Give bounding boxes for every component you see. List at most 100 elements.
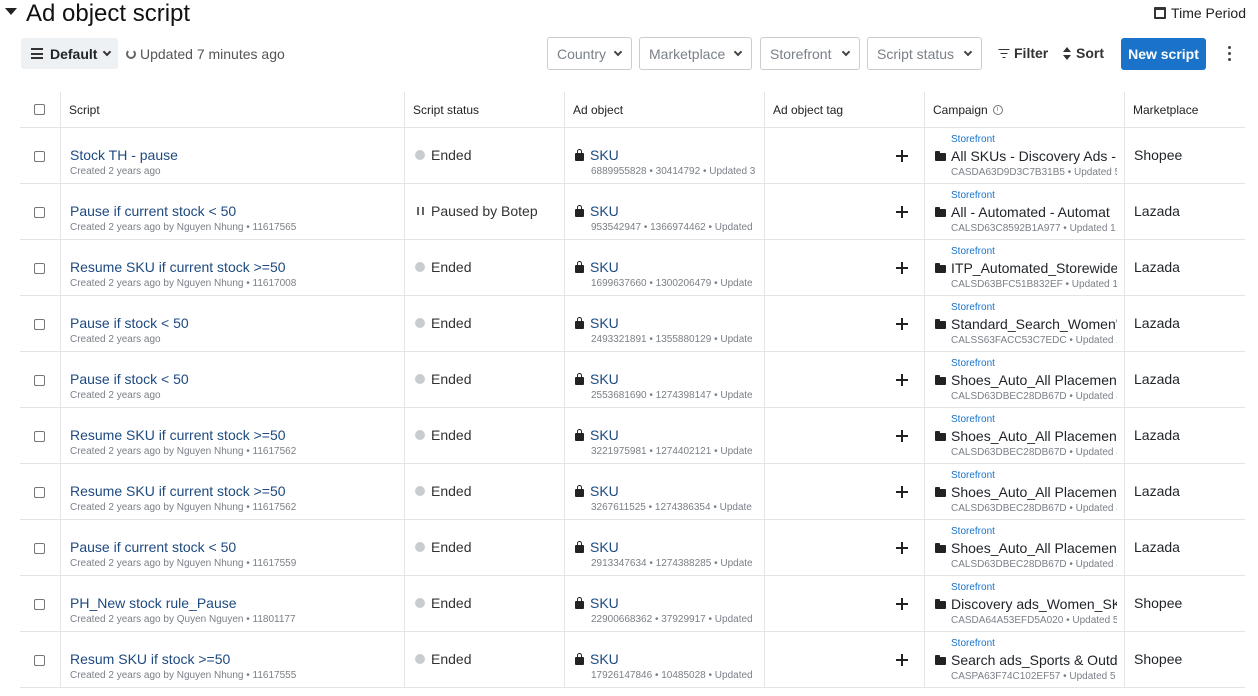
- table-row[interactable]: Pause if stock < 50 Created 2 years ago En…: [20, 296, 1245, 352]
- campaign-name[interactable]: All SKUs - Discovery Ads - T: [935, 148, 1117, 164]
- add-tag-plus-icon[interactable]: [896, 486, 908, 498]
- column-header-campaign[interactable]: Campaign i: [933, 92, 1003, 128]
- chevron-down-icon: [963, 47, 973, 57]
- add-tag-plus-icon[interactable]: [896, 262, 908, 274]
- script-created-info: Created 2 years ago: [70, 390, 161, 401]
- ad-object-ids: 2493321891 • 1355880129 • Update: [591, 334, 753, 345]
- column-header-script[interactable]: Script: [69, 92, 100, 128]
- add-tag-plus-icon[interactable]: [896, 542, 908, 554]
- ad-object-link[interactable]: SKU: [575, 595, 619, 611]
- collapse-caret-icon[interactable]: [5, 8, 17, 15]
- campaign-name[interactable]: Standard_Search_Women': [935, 316, 1117, 332]
- add-tag-plus-icon[interactable]: [896, 430, 908, 442]
- shopping-bag-icon: [575, 260, 584, 273]
- column-header-marketplace[interactable]: Marketplace: [1133, 92, 1198, 128]
- table-row[interactable]: Resume SKU if current stock >=50 Created …: [20, 464, 1245, 520]
- script-name-link[interactable]: PH_New stock rule_Pause: [70, 595, 237, 611]
- ad-object-ids: 2553681690 • 1274398147 • Update: [591, 390, 753, 401]
- script-status-filter[interactable]: Script status: [867, 37, 982, 70]
- table-row[interactable]: Resum SKU if stock >=50 Created 2 years a…: [20, 632, 1245, 688]
- ad-object-link[interactable]: SKU: [575, 371, 619, 387]
- add-tag-plus-icon[interactable]: [896, 598, 908, 610]
- ad-object-ids: 6889955828 • 30414792 • Updated 3: [591, 166, 756, 177]
- ad-object-link[interactable]: SKU: [575, 315, 619, 331]
- info-icon[interactable]: i: [992, 105, 1003, 115]
- row-checkbox[interactable]: [34, 263, 45, 274]
- ad-object-link[interactable]: SKU: [575, 539, 619, 555]
- marketplace-filter[interactable]: Marketplace: [639, 37, 752, 70]
- script-name-link[interactable]: Resume SKU if current stock >=50: [70, 427, 286, 443]
- status-label: Ended: [431, 427, 472, 443]
- ad-object-link[interactable]: SKU: [575, 259, 619, 275]
- row-checkbox[interactable]: [34, 375, 45, 386]
- script-name-link[interactable]: Resume SKU if current stock >=50: [70, 483, 286, 499]
- script-created-info: Created 2 years ago by Quyen Nguyen • 11…: [70, 614, 296, 625]
- row-checkbox[interactable]: [34, 151, 45, 162]
- column-header-ad-object[interactable]: Ad object: [573, 92, 623, 128]
- status-dot-icon: [415, 654, 425, 664]
- table-row[interactable]: PH_New stock rule_Pause Created 2 years a…: [20, 576, 1245, 632]
- status-label: Ended: [431, 595, 472, 611]
- campaign-name[interactable]: Shoes_Auto_All Placemen: [935, 540, 1117, 556]
- add-tag-plus-icon[interactable]: [896, 206, 908, 218]
- row-checkbox[interactable]: [34, 431, 45, 442]
- campaign-label: Shoes_Auto_All Placemen: [951, 372, 1117, 388]
- column-header-script-status[interactable]: Script status: [413, 92, 479, 128]
- row-checkbox[interactable]: [34, 319, 45, 330]
- status-dot-icon: [415, 318, 425, 328]
- select-all-checkbox[interactable]: [34, 104, 45, 115]
- campaign-name[interactable]: Discovery ads_Women_SK: [935, 596, 1117, 612]
- campaign-name[interactable]: ITP_Automated_Storewide: [935, 260, 1117, 276]
- more-options-icon[interactable]: [1228, 45, 1232, 62]
- time-period-button[interactable]: Time Period: [1154, 5, 1246, 21]
- ad-object-link[interactable]: SKU: [575, 651, 619, 667]
- sort-button[interactable]: Sort: [1063, 45, 1104, 61]
- ad-object-link[interactable]: SKU: [575, 483, 619, 499]
- table-row[interactable]: Stock TH - pause Created 2 years ago Ended…: [20, 128, 1245, 184]
- filter-button[interactable]: Filter: [998, 45, 1048, 61]
- ad-object-label: SKU: [590, 651, 619, 667]
- refresh-icon[interactable]: [126, 49, 136, 59]
- campaign-label: All SKUs - Discovery Ads - T: [951, 148, 1117, 164]
- folder-icon: [935, 375, 946, 385]
- script-name-link[interactable]: Stock TH - pause: [70, 147, 178, 163]
- table-row[interactable]: Pause if current stock < 50 Created 2 yea…: [20, 184, 1245, 240]
- column-header-ad-object-tag[interactable]: Ad object tag: [773, 92, 843, 128]
- pause-icon: [415, 206, 425, 216]
- row-checkbox[interactable]: [34, 207, 45, 218]
- view-selector[interactable]: Default: [21, 38, 118, 69]
- shopping-bag-icon: [575, 596, 584, 609]
- script-name-link[interactable]: Pause if stock < 50: [70, 315, 189, 331]
- new-script-button[interactable]: New script: [1121, 38, 1206, 70]
- table-row[interactable]: Pause if current stock < 50 Created 2 yea…: [20, 520, 1245, 576]
- ad-object-link[interactable]: SKU: [575, 147, 619, 163]
- row-checkbox[interactable]: [34, 487, 45, 498]
- storefront-filter[interactable]: Storefront: [760, 37, 860, 70]
- row-checkbox[interactable]: [34, 599, 45, 610]
- campaign-name[interactable]: All - Automated - Automat: [935, 204, 1117, 220]
- script-name-link[interactable]: Pause if stock < 50: [70, 371, 189, 387]
- row-checkbox[interactable]: [34, 655, 45, 666]
- row-checkbox[interactable]: [34, 543, 45, 554]
- add-tag-plus-icon[interactable]: [896, 150, 908, 162]
- campaign-name[interactable]: Shoes_Auto_All Placemen: [935, 372, 1117, 388]
- script-name-link[interactable]: Pause if current stock < 50: [70, 203, 236, 219]
- campaign-name[interactable]: Search ads_Sports & Outd: [935, 652, 1117, 668]
- add-tag-plus-icon[interactable]: [896, 654, 908, 666]
- table-row[interactable]: Resume SKU if current stock >=50 Created …: [20, 408, 1245, 464]
- campaign-name[interactable]: Shoes_Auto_All Placemen: [935, 428, 1117, 444]
- add-tag-plus-icon[interactable]: [896, 374, 908, 386]
- table-row[interactable]: Pause if stock < 50 Created 2 years ago En…: [20, 352, 1245, 408]
- script-name-link[interactable]: Resume SKU if current stock >=50: [70, 259, 286, 275]
- add-tag-plus-icon[interactable]: [896, 318, 908, 330]
- campaign-name[interactable]: Shoes_Auto_All Placemen: [935, 484, 1117, 500]
- ad-object-link[interactable]: SKU: [575, 203, 619, 219]
- ad-object-link[interactable]: SKU: [575, 427, 619, 443]
- table-row[interactable]: Resume SKU if current stock >=50 Created …: [20, 240, 1245, 296]
- script-name-link[interactable]: Resum SKU if stock >=50: [70, 651, 230, 667]
- campaign-type-tag: Storefront: [951, 582, 995, 593]
- script-name-link[interactable]: Pause if current stock < 50: [70, 539, 236, 555]
- campaign-id-info: CALSD63DBEC28DB67D • Updated a: [951, 447, 1117, 458]
- country-filter[interactable]: Country: [547, 37, 632, 70]
- ad-object-label: SKU: [590, 595, 619, 611]
